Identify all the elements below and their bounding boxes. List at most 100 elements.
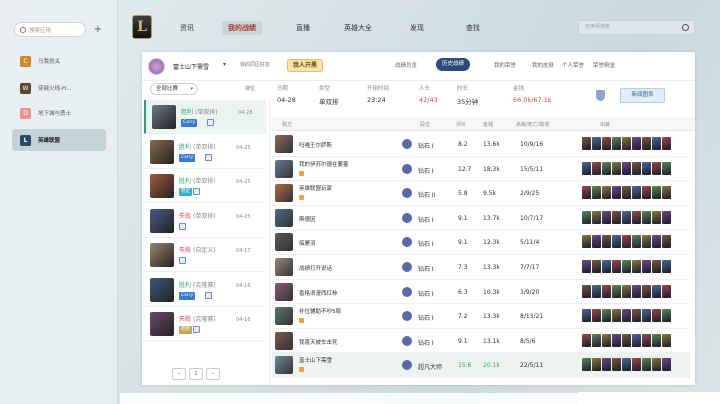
match-tag-icon: [193, 326, 200, 333]
player-gold: 13.3k: [483, 313, 500, 321]
tab-nav[interactable]: 资讯: [174, 21, 200, 35]
table-row[interactable]: 我的伊苏尔德在要塞 钻石 I 12.7 18.3k 15/5/11: [272, 157, 690, 182]
player-rank: 钻石 II: [418, 192, 436, 200]
item-build: [582, 284, 671, 298]
tab-record[interactable]: 我的皮肤: [532, 61, 554, 69]
item-icon: [642, 235, 651, 249]
tab-nav[interactable]: 直播: [290, 21, 316, 35]
match-tag-icon: [207, 119, 214, 126]
tab-nav[interactable]: 查找: [460, 21, 486, 35]
summary-value: 66.0k/67.1k: [513, 96, 552, 104]
filter-right-label[interactable]: 排位: [245, 85, 255, 92]
player-name[interactable]: 斯德因: [299, 215, 316, 223]
summary-value: 04-28: [277, 96, 296, 104]
item-icon: [642, 137, 651, 150]
add-button[interactable]: +: [92, 22, 104, 37]
champion-portrait: [152, 105, 176, 129]
match-result: 胜利 (克隆赛): [179, 280, 216, 289]
next-page-button[interactable]: ›: [206, 368, 220, 380]
player-name[interactable]: 搞屠羽: [299, 239, 316, 247]
match-result: 失败 (单双排): [179, 211, 216, 220]
player-name[interactable]: 补位辅助不吵5局: [299, 307, 341, 315]
sidebar-item-label: 地下城与勇士: [38, 111, 72, 117]
table-row[interactable]: 香格浪漫西红柿 钻石 I 6.3 10.3k 3/9/20: [272, 280, 690, 305]
match-date: 04-28: [238, 110, 253, 116]
item-icon: [582, 309, 591, 323]
player-name[interactable]: 我的伊苏尔德在要塞: [299, 160, 349, 168]
sidebar-item[interactable]: W 穿越火线-H...: [12, 77, 106, 99]
tab-record[interactable]: 个人荣誉: [562, 61, 584, 69]
tab-own-team[interactable]: 我人开黑: [287, 59, 324, 72]
summary-column: 类型 单双排: [319, 84, 339, 106]
match-tag-icon: [205, 291, 212, 299]
player-name[interactable]: 英雄联盟玩家: [299, 184, 332, 192]
match-item[interactable]: 胜利 (单双排) 稳定 04-25: [144, 169, 266, 203]
match-badge: Carry: [181, 119, 198, 127]
match-date: 04-16: [236, 282, 251, 289]
player-rank: 钻石 I: [418, 167, 434, 175]
match-date: 04-17: [236, 248, 251, 254]
player-name[interactable]: 富士山下需雪: [299, 356, 332, 364]
item-icon: [592, 186, 601, 200]
tab-record[interactable]: 我的荣誉: [494, 61, 516, 69]
summoner-search-input[interactable]: 召唤师搜索: [578, 20, 695, 35]
sidebar-item[interactable]: L 英雄联盟: [12, 129, 106, 151]
item-icon: [602, 186, 611, 200]
sidebar-item[interactable]: C 马我创关: [12, 50, 106, 72]
tab-record[interactable]: 荣誉殿堂: [593, 61, 615, 69]
match-item[interactable]: 胜利 (克隆赛) Carry 04-16: [144, 273, 266, 307]
match-item[interactable]: 胜利 (单双排) Carry 04-25: [144, 135, 266, 169]
player-rank: 钻石 I: [418, 216, 434, 224]
prev-page-button[interactable]: ‹: [172, 368, 186, 380]
search-input[interactable]: 搜索应用: [14, 22, 86, 37]
tab-nav[interactable]: 发现: [404, 21, 430, 35]
item-icon: [632, 284, 641, 298]
table-row[interactable]: 斯德因 钻石 I 9.1 13.7k 10/7/17: [272, 206, 690, 231]
player-name[interactable]: 香格浪漫西红柿: [299, 289, 338, 297]
player-kda: 15/5/11: [520, 165, 544, 173]
chevron-down-icon[interactable]: ▾: [223, 61, 226, 68]
match-result-text: 失败: [179, 247, 192, 254]
table-row[interactable]: 搞屠羽 钻石 I 9.1 12.3k 5/11/4: [272, 230, 690, 255]
item-icon: [592, 358, 601, 372]
champion-portrait: [150, 208, 174, 233]
player-avatar: [275, 184, 293, 203]
tab-nav[interactable]: 我的战绩: [222, 21, 262, 35]
tab-record[interactable]: 历史战绩: [436, 58, 471, 71]
table-row[interactable]: 英雄联盟玩家 钻石 II 5.8 9.5k 2/9/25: [272, 181, 690, 206]
match-tag-icon: [205, 153, 212, 161]
table-row[interactable]: 富士山下需雪 超凡大师 15.6 20.1k 22/5/11: [272, 353, 690, 378]
summary-column: 金钱 66.0k/67.1k: [513, 84, 552, 104]
match-filter-select[interactable]: 全部比赛 ▾: [150, 83, 198, 95]
rank-icon: [402, 188, 412, 199]
current-page[interactable]: 1: [189, 368, 203, 380]
tab-record[interactable]: 战绩总览: [395, 61, 417, 69]
sidebar-item-label: 英雄联盟: [38, 138, 61, 144]
match-result-text: 失败: [179, 316, 192, 323]
player-name[interactable]: 吗喵王尔萨斯: [299, 141, 332, 149]
table-row[interactable]: 吗喵王尔萨斯 钻石 I 8.2 13.6k 10/9/16: [272, 132, 690, 157]
item-icon: [632, 333, 641, 347]
tab-nav[interactable]: 英雄大全: [338, 21, 378, 35]
shield-icon[interactable]: [596, 90, 605, 101]
item-icon: [612, 186, 621, 200]
profile-name[interactable]: 富士山下需雪: [173, 62, 209, 71]
champion-portrait: [150, 277, 174, 302]
table-row[interactable]: 我喜天被车击死 钻石 I 9.1 13.1k 8/5/6: [272, 329, 690, 354]
item-icon: [662, 161, 671, 175]
table-row[interactable]: 战绩打开说话 钻石 I 7.3 13.3k 7/7/17: [272, 255, 690, 280]
column-header: 我方: [282, 122, 293, 128]
match-item[interactable]: 胜利 (单双排) Carry 04-28: [144, 100, 266, 134]
table-row[interactable]: 补位辅助不吵5局 钻石 I 7.2 13.3k 8/13/21: [272, 304, 690, 329]
player-name[interactable]: 我喜天被车击死: [299, 338, 338, 346]
match-item[interactable]: 失败 (单双排) 04-25: [144, 204, 266, 238]
news-chart-button[interactable]: 新闻图表: [620, 88, 665, 103]
sidebar-item-label: 穿越火线-H...: [38, 86, 72, 92]
match-item[interactable]: 失败 (自定义) 04-17: [144, 238, 266, 272]
tab-friends[interactable]: 我的同区好友: [240, 61, 270, 68]
column-header: 段位: [420, 122, 431, 128]
player-name[interactable]: 战绩打开说话: [299, 264, 332, 272]
match-item[interactable]: 失败 (克隆赛) 稳稳 04-16: [144, 307, 266, 341]
sidebar-item[interactable]: D 地下城与勇士: [12, 102, 106, 124]
rank-icon: [402, 335, 412, 346]
